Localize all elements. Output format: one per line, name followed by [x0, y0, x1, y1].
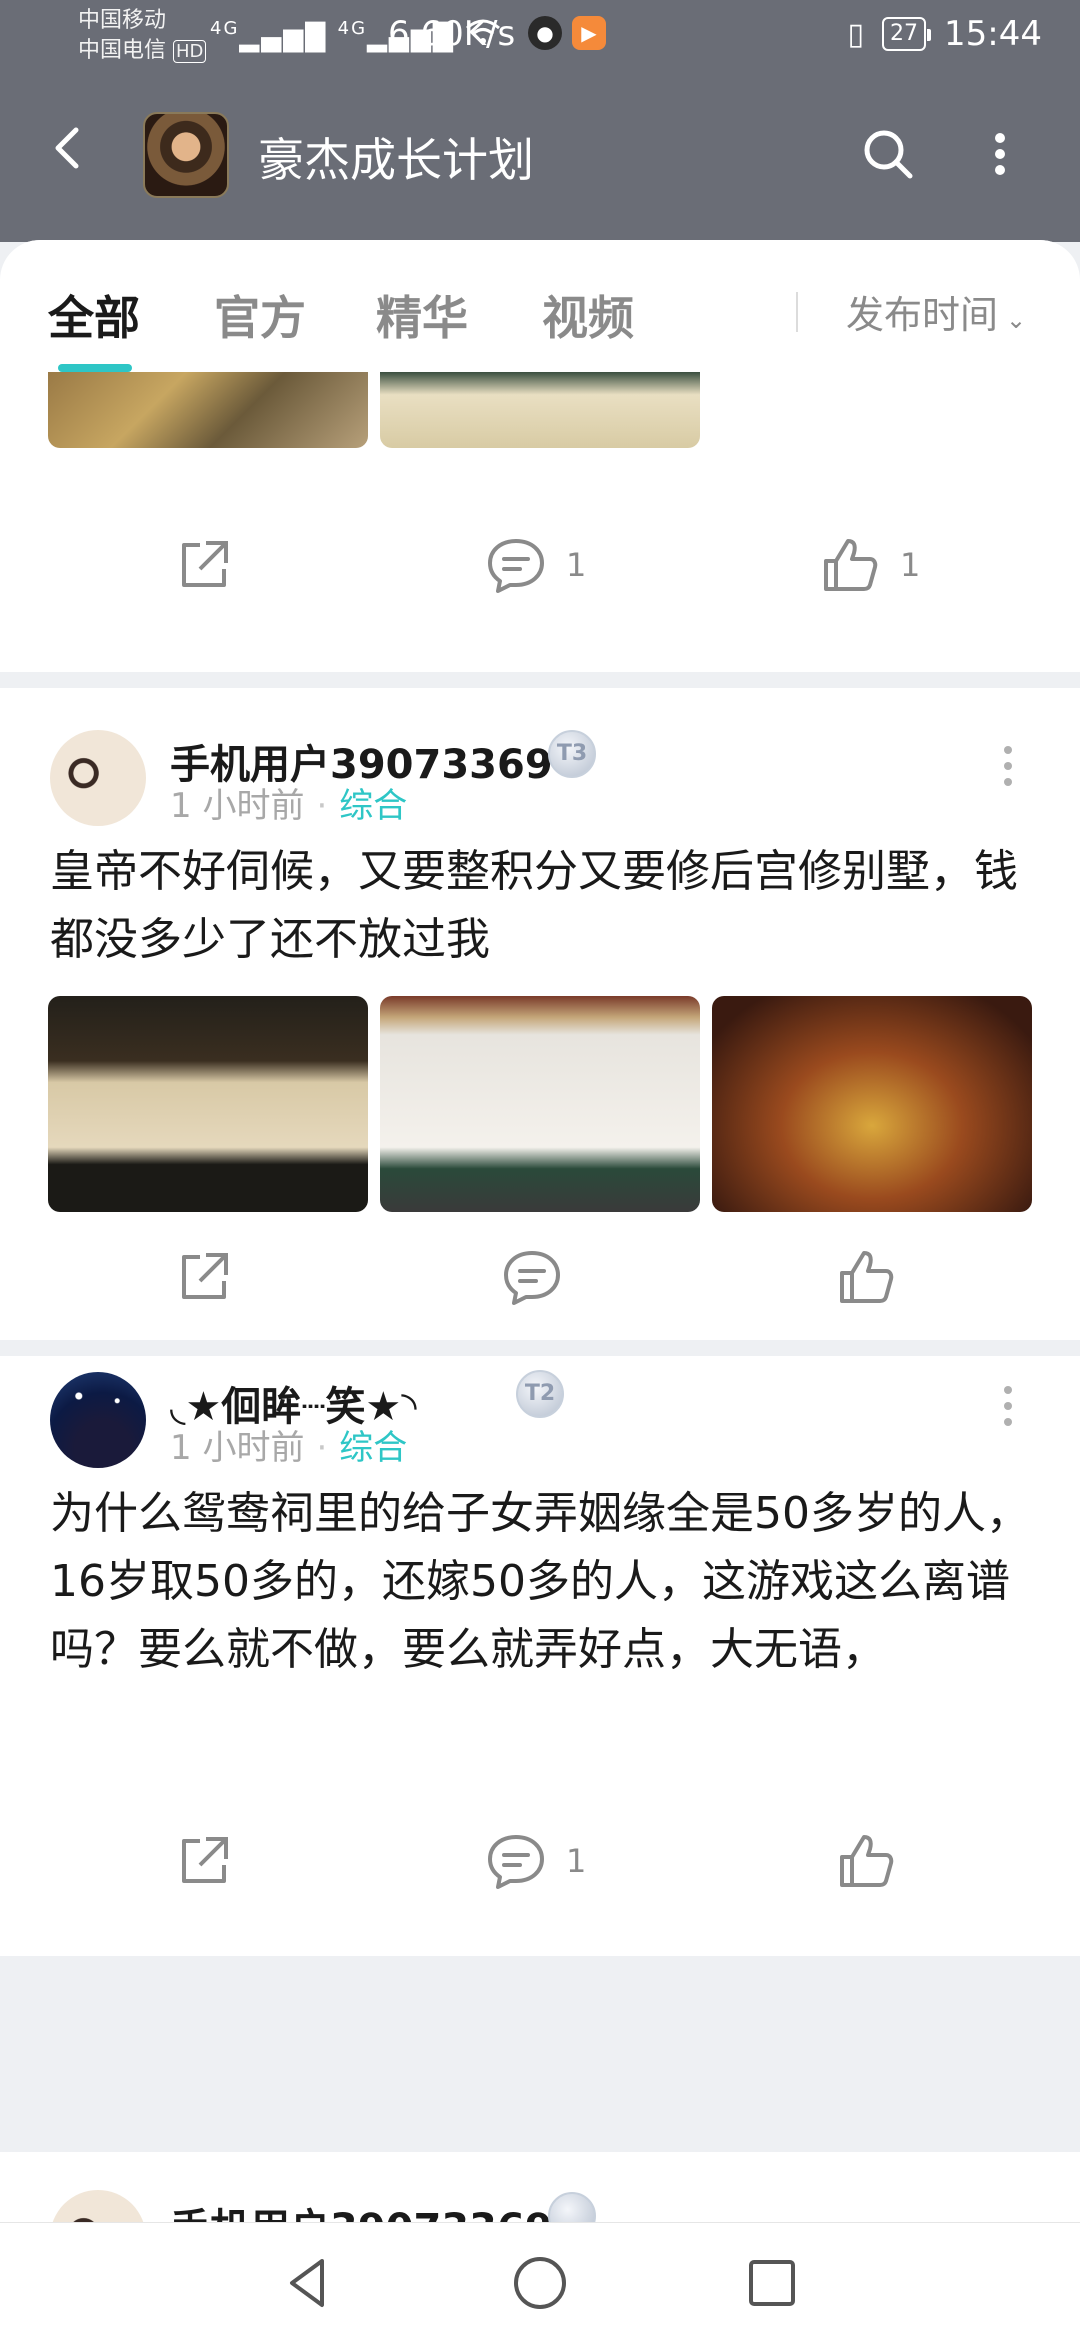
- signal-4g-label-2: 4G: [337, 18, 368, 39]
- comment-count: 1: [566, 1842, 587, 1880]
- thumbs-up-icon: [824, 539, 878, 591]
- nav-home-button[interactable]: [510, 2253, 570, 2313]
- post-image[interactable]: [48, 996, 368, 1212]
- post-card[interactable]: 1 1: [0, 372, 1080, 672]
- post-category[interactable]: 综合: [339, 786, 407, 826]
- share-button[interactable]: [172, 1826, 236, 1896]
- carrier-info: 中国移动 中国电信 HD: [78, 6, 207, 67]
- thumbs-up-icon: [840, 1251, 894, 1303]
- post-meta: 1 小时前 · 综合: [170, 1428, 408, 1468]
- share-icon: [182, 1253, 228, 1299]
- nav-back-button[interactable]: [278, 2253, 338, 2313]
- share-icon: [182, 541, 228, 587]
- post-image[interactable]: [48, 372, 368, 448]
- tab-all[interactable]: 全部: [48, 282, 140, 348]
- post-meta: 1 小时前 · 综合: [170, 786, 408, 826]
- tab-video[interactable]: 视频: [542, 282, 634, 348]
- post-more-button[interactable]: [998, 1378, 1018, 1434]
- nav-recents-button[interactable]: [742, 2253, 802, 2313]
- status-right: ▯ 27 15:44: [848, 14, 1043, 54]
- page-title: 豪杰成长计划: [258, 133, 534, 187]
- back-arrow-icon: [55, 127, 79, 169]
- back-button[interactable]: [40, 118, 100, 178]
- status-bar: 中国移动 中国电信 HD 4G▂▄▆█ 4G▂▄▆█ 6.60K/s ● ▶ ▯…: [0, 0, 1080, 72]
- app-bar: 豪杰成长计划: [0, 72, 1080, 242]
- post-image[interactable]: [712, 996, 1032, 1212]
- system-nav-bar: [0, 2222, 1080, 2340]
- signal-bars-icon: ▂▄▆█: [239, 23, 328, 53]
- post-card[interactable]: 手机用户39073369 T3 1 小时前 · 综合 皇帝不好伺候，又要整积分又要修…: [0, 688, 1080, 1228]
- comment-count: 1: [566, 546, 587, 584]
- like-count: 1: [900, 546, 921, 584]
- more-options-button[interactable]: [986, 124, 1014, 184]
- category-tabs: 全部 官方 精华 视频 发布时间 ⌄: [0, 240, 1080, 372]
- post-time: 1 小时前: [170, 1428, 305, 1468]
- avatar[interactable]: [50, 730, 146, 826]
- post-actions: [0, 1228, 1080, 1340]
- more-vertical-icon: [995, 133, 1005, 175]
- tab-divider: [796, 292, 798, 332]
- like-button[interactable]: [834, 1242, 916, 1312]
- post-body[interactable]: 为什么鸳鸯祠里的给子女弄姻缘全是50多岁的人，16岁取50多的，还嫁50多的人，…: [50, 1480, 1040, 1684]
- game-icon[interactable]: [143, 112, 229, 198]
- square-recents-icon: [749, 2260, 795, 2306]
- content-area: 全部 官方 精华 视频 发布时间 ⌄ 1 1 手机用户39073369 T3 1…: [0, 240, 1080, 2340]
- post-image[interactable]: [380, 372, 700, 448]
- post-category[interactable]: 综合: [339, 1428, 407, 1468]
- more-vertical-icon: [1004, 746, 1012, 786]
- like-button[interactable]: 1: [818, 530, 920, 600]
- comment-button[interactable]: 1: [484, 1826, 586, 1896]
- app-notification-icon: ●: [528, 16, 562, 50]
- signal-4g-label: 4G: [210, 18, 240, 39]
- network-speed: 6.60K/s: [388, 14, 516, 54]
- carrier-2: 中国电信: [78, 38, 167, 63]
- chevron-down-icon: ⌄: [1006, 306, 1027, 334]
- active-tab-indicator: [58, 364, 132, 372]
- post-image[interactable]: [380, 996, 700, 1212]
- hd-badge: HD: [173, 40, 207, 63]
- tab-official[interactable]: 官方: [214, 282, 306, 348]
- share-button[interactable]: [172, 1242, 236, 1312]
- search-icon: [864, 130, 913, 179]
- post-actions: 1: [0, 1806, 1080, 1956]
- comment-button[interactable]: 1: [484, 530, 586, 600]
- share-icon: [182, 1837, 228, 1883]
- notification-icons: ● ▶: [528, 16, 606, 50]
- level-badge: T3: [548, 730, 596, 778]
- video-app-icon: ▶: [572, 16, 606, 50]
- sort-dropdown[interactable]: 发布时间 ⌄: [846, 284, 1026, 339]
- more-vertical-icon: [1004, 1386, 1012, 1426]
- sort-label: 发布时间: [846, 293, 999, 337]
- post-actions: 1 1: [0, 516, 1080, 612]
- comment-icon: [504, 1251, 560, 1305]
- search-button[interactable]: [858, 124, 918, 184]
- thumbs-up-icon: [840, 1835, 894, 1887]
- post-time: 1 小时前: [170, 786, 305, 826]
- circle-home-icon: [514, 2257, 566, 2309]
- like-button[interactable]: [834, 1826, 916, 1896]
- triangle-back-icon: [290, 2259, 324, 2307]
- post-card[interactable]: ◟★佪眸┈笑★◝ T2 1 小时前 · 综合 为什么鸳鸯祠里的给子女弄姻缘全是50多…: [0, 1356, 1080, 1806]
- post-body[interactable]: 皇帝不好伺候，又要整积分又要修后宫修别墅，钱都没多少了还不放过我: [50, 838, 1040, 974]
- clock: 15:44: [944, 14, 1042, 54]
- level-badge: T2: [516, 1370, 564, 1418]
- share-button[interactable]: [172, 530, 236, 600]
- vibrate-icon: ▯: [847, 16, 865, 52]
- battery-icon: 27: [882, 17, 932, 51]
- comment-button[interactable]: [500, 1242, 582, 1312]
- carrier-1: 中国移动: [78, 8, 167, 33]
- comment-icon: [488, 539, 544, 593]
- tab-featured[interactable]: 精华: [376, 282, 468, 348]
- avatar[interactable]: [50, 1372, 146, 1468]
- post-more-button[interactable]: [998, 738, 1018, 794]
- comment-icon: [488, 1835, 544, 1889]
